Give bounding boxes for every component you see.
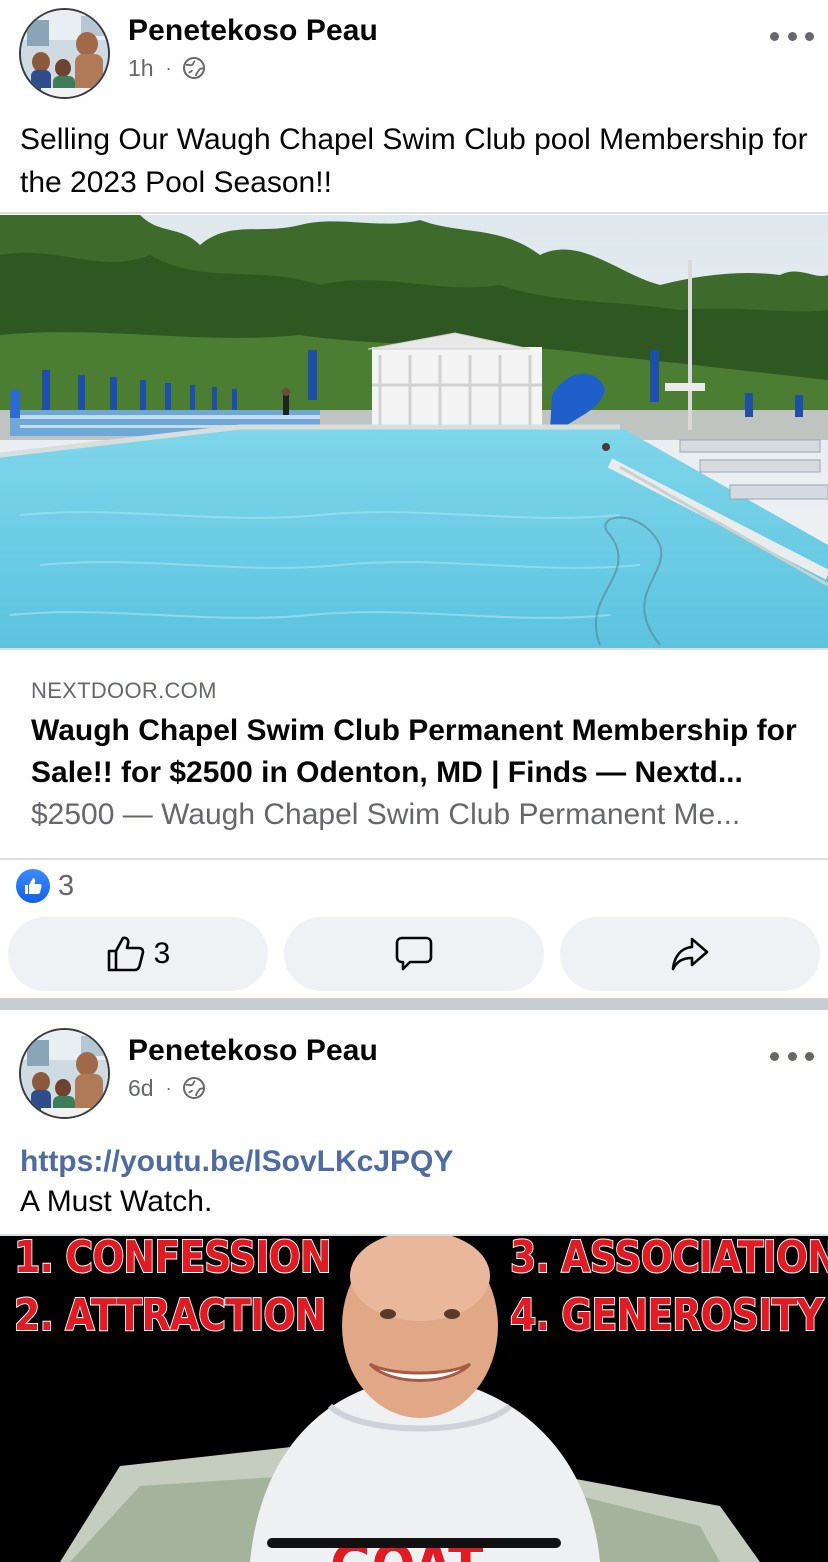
link-domain: NEXTDOOR.COM (31, 678, 217, 703)
thumbs-up-icon (107, 936, 144, 972)
comment-bubble-icon (395, 936, 433, 971)
post-header: Penetekoso Peau 6d · (0, 1020, 828, 1130)
like-reaction-icon (16, 869, 50, 903)
thumbnail-text-4: 4. GENEROSITY (509, 1289, 825, 1342)
share-button[interactable] (560, 917, 820, 991)
link-preview-card[interactable]: NEXTDOOR.COM Waugh Chapel Swim Club Perm… (0, 650, 828, 860)
thumbnail-text-2: 2. ATTRACTION (13, 1289, 327, 1342)
divider (0, 212, 828, 214)
author-name[interactable]: Penetekoso Peau (128, 14, 378, 48)
post-actions: 3 (8, 917, 820, 991)
comment-button[interactable] (284, 917, 544, 991)
globe-icon (182, 1077, 205, 1099)
thumbnail-text-1: 1. CONFESSION (13, 1236, 332, 1284)
post-link[interactable]: https://youtu.be/lSovLKcJPQY (20, 1142, 453, 1182)
reaction-count: 3 (58, 869, 75, 902)
share-arrow-icon (671, 937, 709, 971)
feed-separator (0, 998, 828, 1010)
home-indicator[interactable] (267, 1538, 561, 1548)
post-meta: 6d · (128, 1074, 206, 1102)
avatar[interactable] (19, 1028, 110, 1119)
link-title[interactable]: Waugh Chapel Swim Club Permanent Members… (31, 710, 801, 794)
meta-separator: · (165, 57, 172, 78)
link-description: $2500 — Waugh Chapel Swim Club Permanent… (31, 798, 741, 831)
post-text: A Must Watch. (20, 1185, 213, 1218)
thumbnail-text-3: 3. ASSOCIATION (509, 1236, 828, 1284)
meta-separator: · (165, 1077, 172, 1098)
more-horizontal-icon[interactable] (770, 26, 814, 46)
avatar[interactable] (19, 8, 110, 99)
more-horizontal-icon[interactable] (770, 1046, 814, 1066)
reaction-summary[interactable]: 3 (16, 868, 74, 904)
post-timestamp[interactable]: 6d (128, 1075, 154, 1102)
author-name[interactable]: Penetekoso Peau (128, 1034, 378, 1068)
post-timestamp[interactable]: 1h (128, 55, 154, 82)
like-button[interactable]: 3 (8, 917, 268, 991)
post-text: Selling Our Waugh Chapel Swim Club pool … (20, 123, 808, 199)
feed-post: Penetekoso Peau 6d · https://youtu.be/lS… (0, 1010, 828, 1562)
like-count: 3 (153, 937, 171, 970)
post-meta: 1h · (128, 54, 206, 82)
video-thumbnail[interactable]: 1. CONFESSION 2. ATTRACTION 3. ASSOCIATI… (0, 1236, 828, 1562)
feed-post: Penetekoso Peau 1h · Selling Our Waugh C… (0, 0, 828, 998)
divider (0, 858, 828, 860)
post-header: Penetekoso Peau 1h · (0, 0, 828, 110)
link-preview-image[interactable] (0, 215, 828, 649)
globe-icon (182, 57, 205, 79)
